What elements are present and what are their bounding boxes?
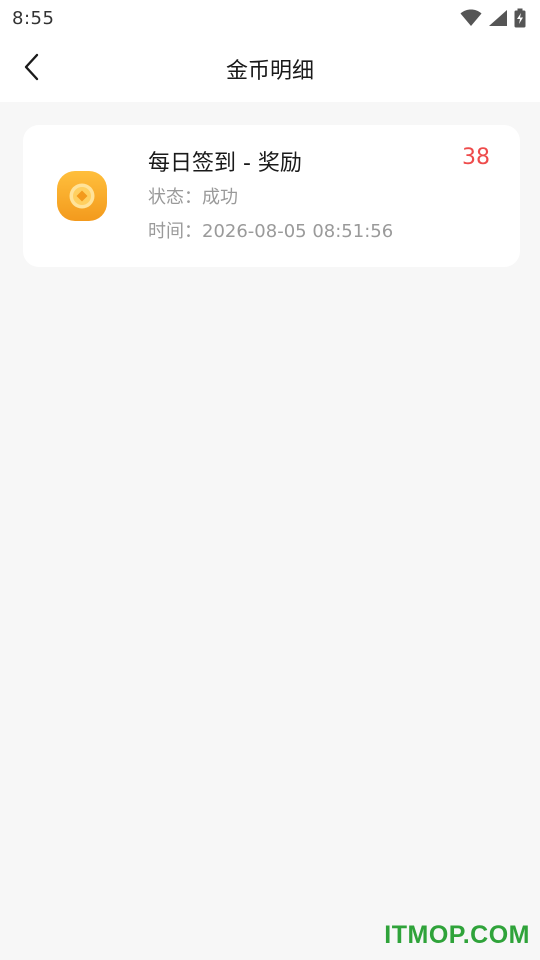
watermark: ITMOP.COM [384, 921, 530, 949]
status-value: 成功 [202, 187, 238, 208]
gold-coin-icon [57, 171, 107, 221]
coin-record-card[interactable]: 每日签到 - 奖励 38 状态：成功 时间：2026-08-05 08:51:5… [23, 125, 520, 267]
chevron-left-icon [22, 52, 42, 86]
battery-charging-icon [514, 8, 526, 28]
record-amount: 38 [462, 145, 490, 170]
cellular-signal-icon [488, 9, 508, 27]
status-icons [460, 8, 526, 28]
time-label: 时间： [148, 221, 202, 242]
record-title: 每日签到 - 奖励 [148, 151, 302, 176]
time-value: 2026-08-05 08:51:56 [202, 221, 394, 242]
record-status: 状态：成功 [148, 183, 238, 209]
status-label: 状态： [148, 187, 202, 208]
status-bar: 8:55 [0, 0, 540, 36]
record-time: 时间：2026-08-05 08:51:56 [148, 217, 393, 243]
app-bar: 金币明细 [0, 36, 540, 102]
screen: 8:55 金币明细 每日签到 - 奖励 38 状态：成功 时间：2026-08-… [0, 0, 540, 960]
page-title: 金币明细 [225, 59, 314, 84]
wifi-icon [460, 9, 482, 27]
status-time: 8:55 [12, 7, 55, 29]
back-button[interactable] [14, 47, 50, 91]
